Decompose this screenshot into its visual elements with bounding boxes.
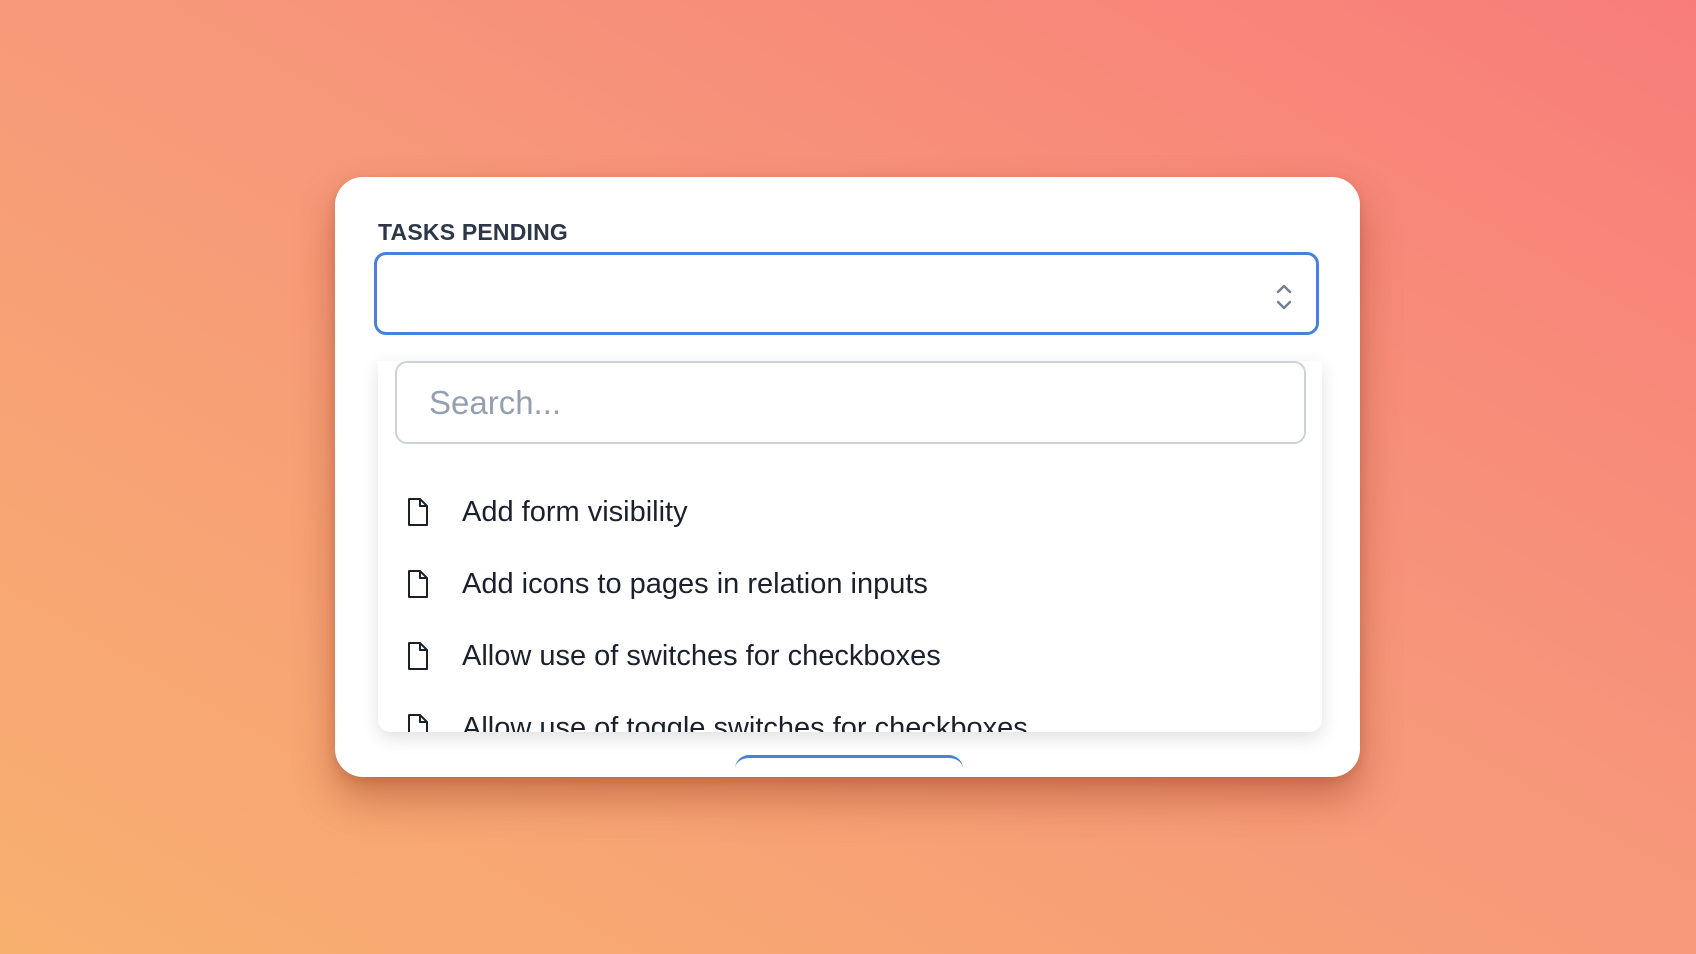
select-field-card: TASKS PENDING Add form visibility Add bbox=[335, 177, 1360, 777]
search-input[interactable] bbox=[395, 361, 1306, 444]
document-icon bbox=[408, 642, 428, 670]
option-item[interactable]: Allow use of toggle switches for checkbo… bbox=[378, 692, 1322, 732]
option-item[interactable]: Allow use of switches for checkboxes bbox=[378, 620, 1322, 692]
chevron-up-down-icon bbox=[1276, 284, 1292, 310]
option-label: Allow use of toggle switches for checkbo… bbox=[462, 711, 1028, 733]
option-label: Add icons to pages in relation inputs bbox=[462, 567, 928, 600]
submit-button[interactable] bbox=[735, 755, 963, 777]
option-label: Add form visibility bbox=[462, 495, 688, 528]
document-icon bbox=[408, 498, 428, 526]
select-dropdown: Add form visibility Add icons to pages i… bbox=[378, 361, 1322, 732]
document-icon bbox=[408, 714, 428, 732]
option-label: Allow use of switches for checkboxes bbox=[462, 639, 941, 672]
option-item[interactable]: Add icons to pages in relation inputs bbox=[378, 548, 1322, 620]
document-icon bbox=[408, 570, 428, 598]
option-item[interactable]: Add form visibility bbox=[378, 476, 1322, 548]
options-list: Add form visibility Add icons to pages i… bbox=[378, 476, 1322, 732]
field-label: TASKS PENDING bbox=[378, 219, 569, 245]
tasks-pending-select[interactable] bbox=[374, 252, 1319, 335]
